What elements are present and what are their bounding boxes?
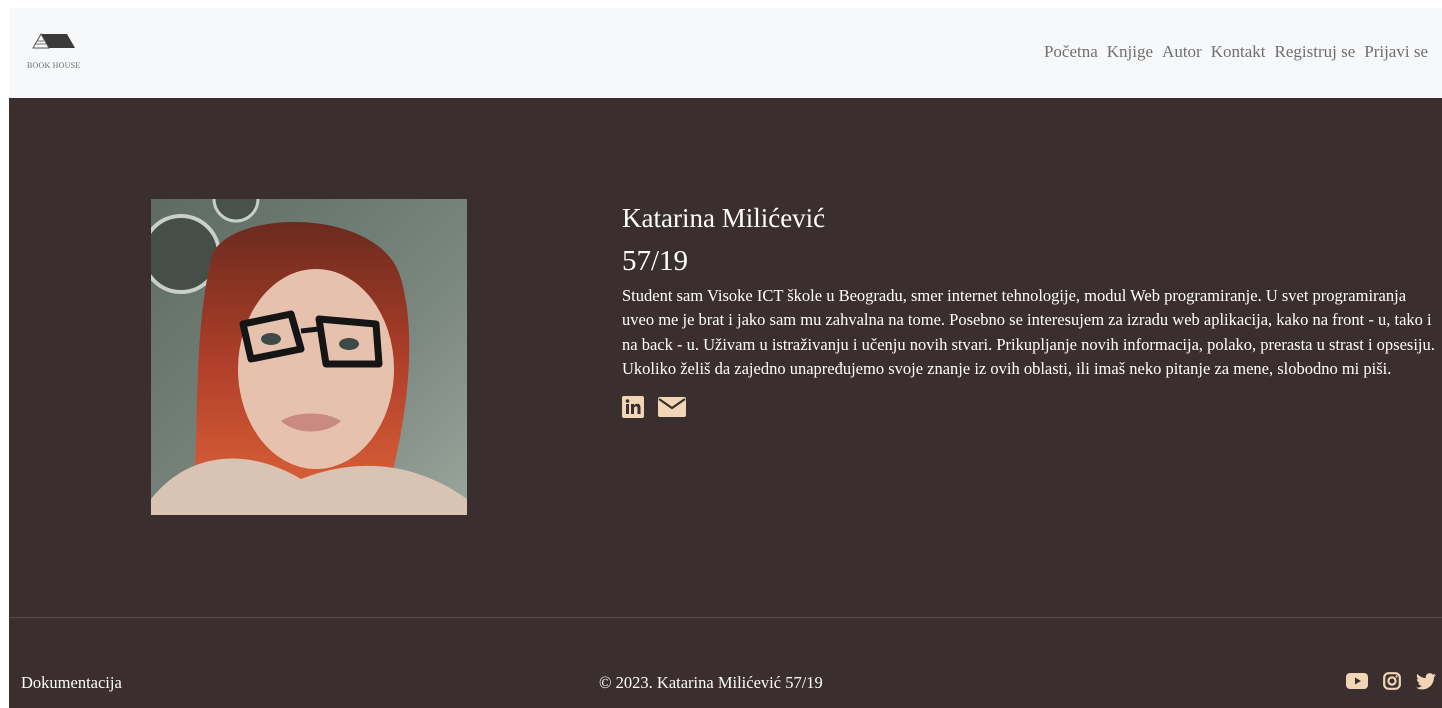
nav-item-autor[interactable]: Autor — [1162, 42, 1202, 62]
nav-item-knjige[interactable]: Knjige — [1107, 42, 1153, 62]
instagram-icon[interactable] — [1383, 672, 1401, 695]
linkedin-icon[interactable] — [622, 395, 644, 423]
main-nav: Početna Knjige Autor Kontakt Registruj s… — [1044, 42, 1428, 62]
nav-item-kontakt[interactable]: Kontakt — [1211, 42, 1266, 62]
footer-divider — [9, 617, 1442, 618]
author-photo — [151, 199, 467, 515]
book-house-logo-icon — [32, 32, 75, 49]
footer-social-links — [1346, 672, 1436, 695]
brand-name: BOOK HOUSE — [27, 61, 81, 70]
author-index: 57/19 — [622, 245, 689, 277]
youtube-icon[interactable] — [1346, 673, 1368, 694]
author-social-links — [622, 395, 1442, 423]
nav-item-registruj[interactable]: Registruj se — [1275, 42, 1356, 62]
twitter-icon[interactable] — [1416, 672, 1436, 695]
navbar: BOOK HOUSE Početna Knjige Autor Kontakt … — [9, 8, 1442, 98]
copyright-text: © 2023. Katarina Milićević 57/19 — [599, 673, 823, 692]
page-frame: BOOK HOUSE Početna Knjige Autor Kontakt … — [9, 8, 1442, 708]
author-info: Katarina Milićević 57/19 Student sam Vis… — [622, 200, 1442, 423]
author-name: Katarina Milićević — [622, 203, 826, 233]
envelope-icon[interactable] — [658, 396, 686, 422]
author-bio: Student sam Visoke ICT škole u Beogradu,… — [622, 286, 1435, 379]
nav-item-prijavi[interactable]: Prijavi se — [1364, 42, 1428, 62]
documentation-link[interactable]: Dokumentacija — [21, 673, 122, 693]
brand-logo[interactable]: BOOK HOUSE — [27, 30, 93, 70]
nav-item-pocetna[interactable]: Početna — [1044, 42, 1098, 62]
